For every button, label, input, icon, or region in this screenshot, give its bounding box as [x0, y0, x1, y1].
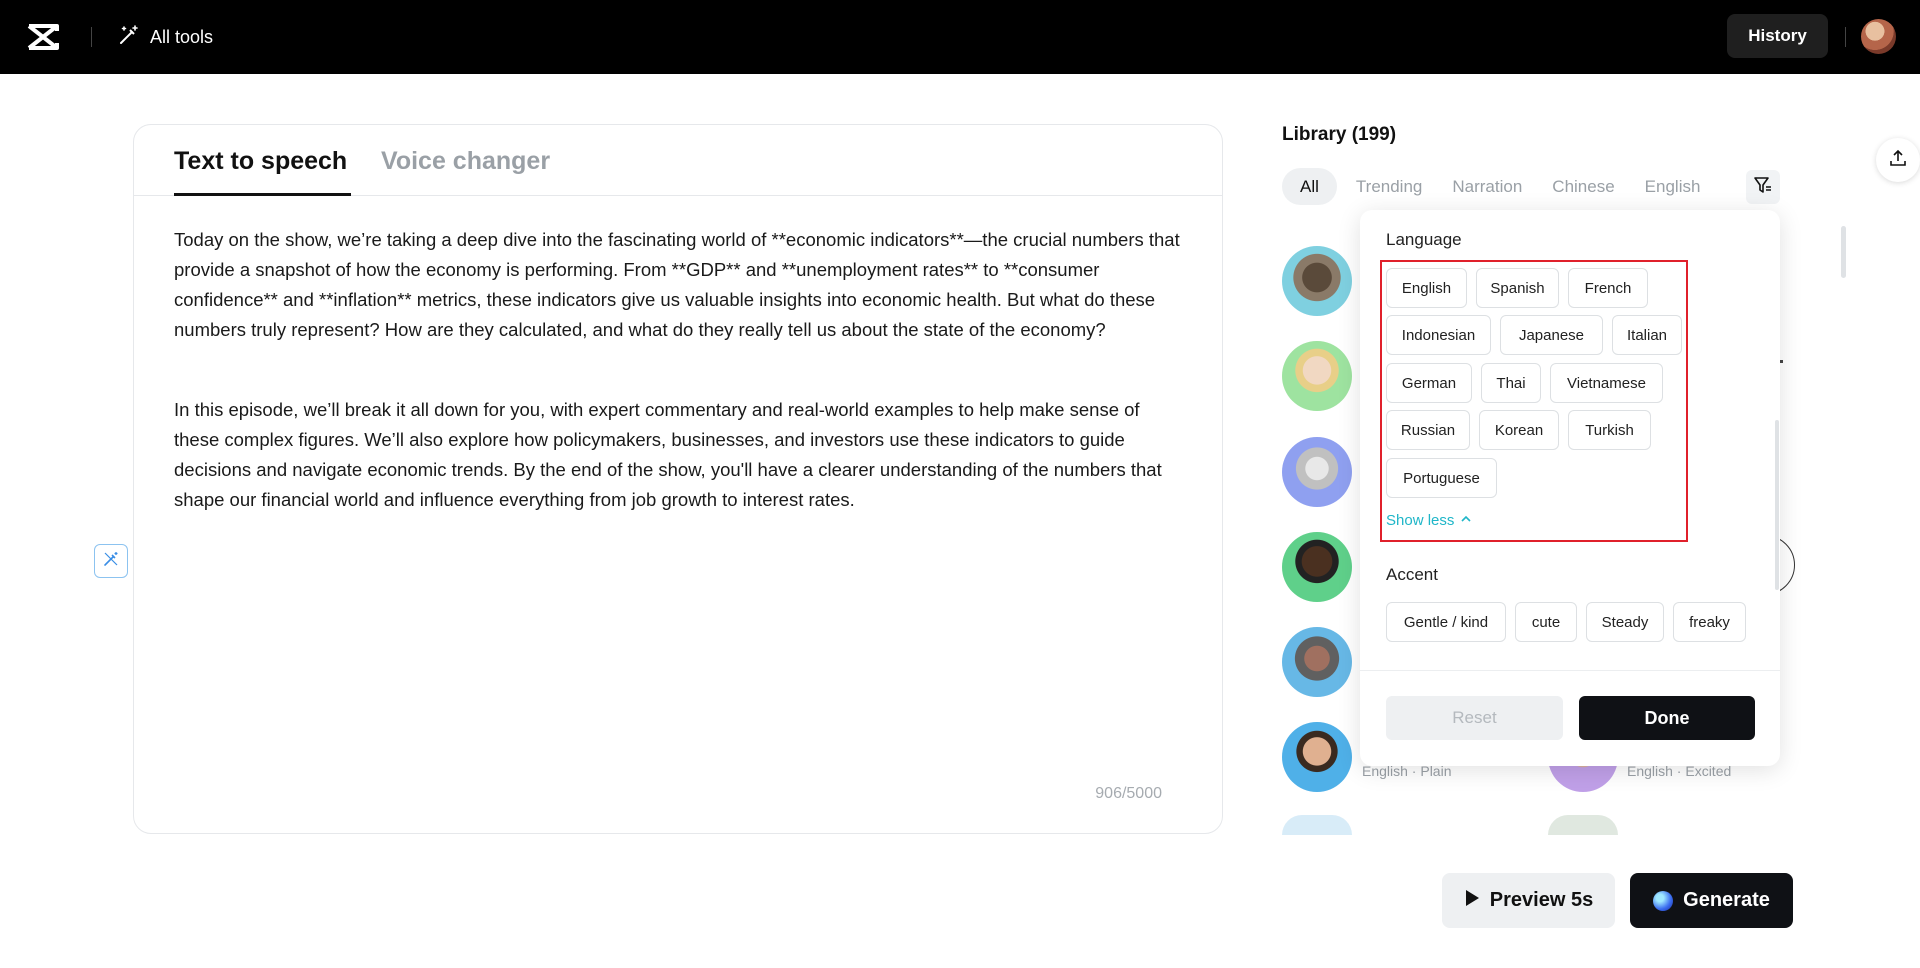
- chip-language[interactable]: Turkish: [1568, 410, 1651, 450]
- generate-orb-icon: [1653, 890, 1674, 911]
- magic-wand-icon: [102, 550, 120, 573]
- chevron-up-icon: [1460, 512, 1472, 529]
- done-button[interactable]: Done: [1579, 696, 1755, 740]
- voice-avatar[interactable]: [1282, 246, 1352, 316]
- filter-popover: Language English Spanish French Indonesi…: [1360, 210, 1780, 766]
- chip-language[interactable]: Italian: [1612, 315, 1682, 355]
- generate-label: Generate: [1683, 889, 1770, 911]
- popover-scrollbar[interactable]: [1775, 420, 1779, 590]
- chip-language[interactable]: Russian: [1386, 410, 1470, 450]
- show-less-label: Show less: [1386, 512, 1455, 529]
- voice-avatar[interactable]: [1282, 532, 1352, 602]
- library-scrollbar[interactable]: [1841, 226, 1846, 278]
- tab-text-to-speech[interactable]: Text to speech: [174, 147, 347, 176]
- show-less-toggle[interactable]: Show less: [1386, 512, 1472, 529]
- library-tabs: All Trending Narration Chinese English: [1282, 168, 1752, 205]
- ai-edit-tool-button[interactable]: [94, 544, 128, 578]
- filter-icon: [1753, 175, 1773, 200]
- capcut-logo-icon[interactable]: [26, 22, 60, 52]
- upload-icon: [1888, 148, 1908, 173]
- editor-tabs: Text to speech Voice changer: [134, 125, 1222, 196]
- voice-avatar[interactable]: [1548, 815, 1618, 835]
- filter-button[interactable]: [1746, 170, 1780, 204]
- accent-chips-overflow: [1360, 600, 1780, 660]
- user-avatar[interactable]: [1861, 19, 1896, 54]
- library-tab-english[interactable]: English: [1630, 168, 1716, 205]
- character-counter: 906/5000: [1095, 785, 1162, 802]
- text-editor-panel: Text to speech Voice changer Today on th…: [133, 124, 1223, 834]
- chip-language[interactable]: Portuguese: [1386, 458, 1497, 498]
- library-title: Library (199): [1282, 124, 1397, 145]
- script-paragraph: In this episode, we’ll break it all down…: [174, 399, 1162, 510]
- preview-button[interactable]: Preview 5s: [1442, 873, 1615, 928]
- library-tab-trending[interactable]: Trending: [1341, 168, 1437, 205]
- export-side-button[interactable]: [1876, 138, 1920, 182]
- chip-language[interactable]: Spanish: [1476, 268, 1559, 308]
- reset-button[interactable]: Reset: [1386, 696, 1563, 740]
- chip-language[interactable]: Korean: [1479, 410, 1559, 450]
- divider: [1780, 360, 1783, 363]
- script-textarea[interactable]: Today on the show, we’re taking a deep d…: [174, 225, 1184, 565]
- chip-language[interactable]: Vietnamese: [1550, 363, 1663, 403]
- divider: [1360, 670, 1780, 671]
- chip-language[interactable]: Thai: [1481, 363, 1541, 403]
- library-tab-narration[interactable]: Narration: [1437, 168, 1537, 205]
- library-tab-all[interactable]: All: [1282, 168, 1337, 205]
- voice-avatar[interactable]: [1282, 722, 1352, 792]
- script-paragraph: Today on the show, we’re taking a deep d…: [174, 229, 1180, 340]
- top-bar: All tools History: [0, 0, 1920, 74]
- voice-avatar[interactable]: [1282, 627, 1352, 697]
- history-button[interactable]: History: [1727, 14, 1828, 58]
- chip-language[interactable]: German: [1386, 363, 1472, 403]
- chip-language[interactable]: Indonesian: [1386, 315, 1491, 355]
- chip-language[interactable]: English: [1386, 268, 1467, 308]
- divider: [91, 27, 92, 47]
- chip-language[interactable]: French: [1568, 268, 1648, 308]
- tab-voice-changer[interactable]: Voice changer: [381, 147, 550, 176]
- voice-avatar[interactable]: [1282, 815, 1352, 835]
- all-tools-label: All tools: [150, 26, 214, 47]
- preview-label: Preview 5s: [1489, 889, 1594, 911]
- voice-avatar[interactable]: [1282, 437, 1352, 507]
- voice-avatar[interactable]: [1282, 341, 1352, 411]
- all-tools-button[interactable]: All tools: [118, 22, 213, 52]
- accent-section-title: Accent: [1386, 565, 1438, 584]
- divider: [1845, 27, 1846, 47]
- library-tab-chinese[interactable]: Chinese: [1537, 168, 1629, 205]
- language-section-title: Language: [1386, 230, 1462, 249]
- active-tab-indicator: [174, 193, 351, 196]
- play-icon: [1464, 889, 1480, 913]
- chip-language[interactable]: Japanese: [1500, 315, 1603, 355]
- magic-wand-icon: [118, 24, 140, 51]
- generate-button[interactable]: Generate: [1630, 873, 1793, 928]
